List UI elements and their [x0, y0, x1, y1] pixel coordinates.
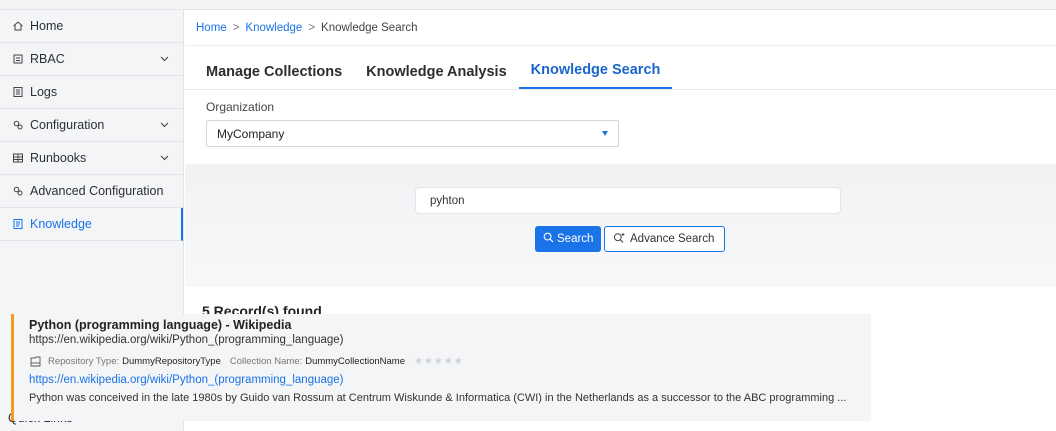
search-input[interactable]	[415, 187, 841, 214]
top-strip	[0, 0, 1056, 10]
sidebar-item-label: Logs	[30, 85, 58, 99]
result-meta: Repository Type: DummyRepositoryType Col…	[29, 354, 871, 368]
chevron-down-icon[interactable]	[159, 54, 169, 64]
search-icon	[543, 232, 554, 246]
sidebar-item-label: Configuration	[30, 118, 105, 132]
runbooks-icon	[11, 151, 25, 165]
breadcrumb-separator: >	[232, 21, 240, 34]
result-description: Python was conceived in the late 1980s b…	[29, 392, 847, 404]
sidebar-item-label: Runbooks	[30, 151, 87, 165]
breadcrumb: Home > Knowledge > Knowledge Search	[185, 10, 1056, 46]
collection-name-value: DummyCollectionName	[305, 355, 405, 367]
collection-name-label: Collection Name:	[229, 355, 303, 367]
tab-knowledge-search[interactable]: Knowledge Search	[518, 62, 673, 89]
advance-search-icon	[613, 232, 626, 247]
repository-type-value: DummyRepositoryType	[122, 355, 221, 367]
sidebar-item-runbooks[interactable]: Runbooks	[0, 142, 183, 175]
organization-section: Organization MyCompany	[185, 90, 1056, 156]
advance-search-label: Advance Search	[630, 233, 715, 245]
sidebar-item-home[interactable]: Home	[0, 10, 183, 43]
logs-icon	[11, 85, 25, 99]
config-icon	[11, 184, 25, 198]
sidebar-item-label: Home	[30, 19, 64, 33]
sidebar-item-label: RBAC	[30, 52, 65, 66]
repository-type-label: Repository Type:	[48, 355, 120, 367]
search-button[interactable]: Search	[535, 226, 602, 252]
advance-search-button[interactable]: Advance Search	[604, 226, 726, 252]
breadcrumb-current: Knowledge Search	[321, 21, 418, 34]
result-url: https://en.wikipedia.org/wiki/Python_(pr…	[29, 334, 344, 346]
star-icon[interactable]: ★	[454, 356, 463, 367]
breadcrumb-separator: >	[308, 21, 316, 34]
sidebar-item-label: Advanced Configuration	[30, 184, 164, 198]
rbac-icon	[11, 52, 25, 66]
star-icon[interactable]: ★	[434, 356, 443, 367]
sidebar-item-knowledge[interactable]: Knowledge	[0, 208, 183, 241]
breadcrumb-home[interactable]: Home	[196, 22, 227, 34]
repository-icon	[29, 355, 42, 368]
breadcrumb-knowledge[interactable]: Knowledge	[245, 22, 302, 34]
sidebar-item-label: Knowledge	[30, 217, 92, 231]
tab-bar: Manage Collections Knowledge Analysis Kn…	[185, 46, 1056, 90]
star-icon[interactable]: ★	[424, 356, 433, 367]
config-icon	[11, 118, 25, 132]
organization-label: Organization	[206, 100, 275, 114]
result-title[interactable]: Python (programming language) - Wikipedi…	[29, 318, 871, 332]
sidebar-item-advanced-configuration[interactable]: Advanced Configuration	[0, 175, 183, 208]
sidebar-item-logs[interactable]: Logs	[0, 76, 183, 109]
organization-select[interactable]: MyCompany	[206, 120, 619, 147]
result-link[interactable]: https://en.wikipedia.org/wiki/Python_(pr…	[29, 373, 871, 387]
rating-stars[interactable]: ★ ★ ★ ★ ★	[414, 356, 463, 367]
chevron-down-icon[interactable]	[159, 153, 169, 163]
search-button-label: Search	[557, 233, 594, 245]
search-area: Search Advance Search	[185, 164, 1056, 287]
sidebar-item-configuration[interactable]: Configuration	[0, 109, 183, 142]
organization-selected-value: MyCompany	[217, 126, 285, 141]
tab-manage-collections[interactable]: Manage Collections	[206, 64, 342, 89]
tab-knowledge-analysis[interactable]: Knowledge Analysis	[366, 64, 506, 89]
star-icon[interactable]: ★	[414, 356, 423, 367]
knowledge-icon	[11, 217, 25, 231]
chevron-down-icon[interactable]	[159, 120, 169, 130]
result-card[interactable]: Python (programming language) - Wikipedi…	[11, 314, 871, 421]
caret-down-icon	[602, 131, 608, 136]
home-icon	[11, 19, 25, 33]
star-icon[interactable]: ★	[444, 356, 453, 367]
sidebar-item-rbac[interactable]: RBAC	[0, 43, 183, 76]
